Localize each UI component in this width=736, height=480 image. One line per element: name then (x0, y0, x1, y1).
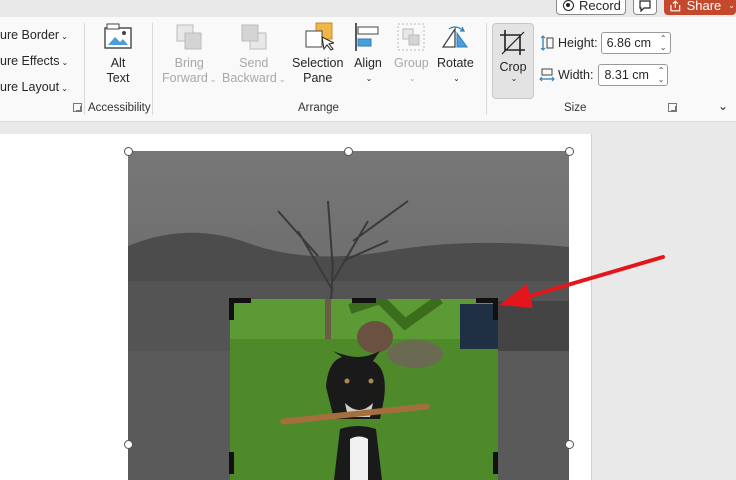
rotate-button[interactable]: Rotate ⌄ (437, 21, 474, 86)
record-icon (563, 0, 574, 11)
align-label: Align (354, 56, 382, 70)
resize-handle-top-left[interactable] (124, 147, 133, 156)
send-backward-button[interactable]: Send Backward ⌄ (222, 21, 286, 87)
group-divider (84, 23, 85, 115)
group-button[interactable]: Group ⌄ (394, 21, 429, 86)
chevron-down-icon: ⌄ (510, 74, 518, 83)
selection-pane-label-line2: Pane (303, 71, 333, 85)
size-launcher-icon[interactable] (668, 103, 677, 112)
selection-pane-button[interactable]: Selection Pane (292, 21, 343, 86)
chevron-down-icon: ⌄ (61, 32, 68, 41)
title-strip: Record Share ⌄ (0, 0, 736, 17)
crop-handle-top[interactable] (352, 298, 376, 303)
height-label: Height: (558, 36, 598, 50)
chevron-down-icon: ⌄ (61, 58, 69, 67)
width-icon (539, 68, 555, 82)
rotate-label: Rotate (437, 56, 474, 70)
comments-button[interactable] (633, 0, 657, 15)
align-icon (352, 21, 384, 53)
send-backward-label-line2: Backward (222, 71, 277, 85)
alt-text-button[interactable]: Alt Text (102, 21, 134, 86)
height-row: Height: 6.86 cm ⌃ ⌄ (539, 32, 671, 54)
chevron-down-icon: ⌄ (409, 74, 416, 83)
chevron-down-icon: ⌄ (453, 74, 460, 83)
chevron-down-icon: ⌄ (278, 75, 286, 84)
share-label: Share (686, 0, 722, 13)
picture-border-label: ure Border (0, 28, 60, 42)
bring-forward-label-line1: Bring (174, 56, 204, 70)
width-value: 8.31 cm (604, 68, 649, 82)
record-label: Record (579, 0, 621, 13)
bring-forward-label-line2: Forward (162, 71, 208, 85)
picture-effects-label: ure Effects (0, 54, 60, 68)
resize-handle-left[interactable] (124, 440, 133, 449)
size-group-label: Size (564, 102, 587, 114)
alt-text-label-line1: Alt (110, 56, 126, 70)
alt-text-icon (102, 21, 134, 53)
group-objects-icon (395, 21, 427, 53)
send-backward-icon (238, 21, 270, 53)
crop-button[interactable]: Crop ⌄ (492, 23, 534, 99)
width-label: Width: (558, 68, 594, 82)
alt-text-label-line2: Text (106, 71, 130, 85)
ribbon: ure Border ⌄ ure Effects ⌄ ure Layout ⌄ Alt… (0, 17, 736, 122)
selection-pane-label-line1: Selection (292, 56, 344, 70)
picture-crop-area[interactable] (230, 299, 498, 480)
crop-handle-top-left-vertical[interactable] (229, 298, 234, 320)
send-backward-label-line1: Send (239, 56, 269, 70)
comment-icon (639, 0, 651, 12)
width-row: Width: 8.31 cm ⌃ ⌄ (539, 64, 669, 86)
chevron-down-icon: ⌄ (365, 74, 373, 83)
spin-arrows-icon[interactable]: ⌃ ⌄ (658, 66, 665, 84)
chevron-down-icon: ⌄ (728, 1, 735, 10)
collapse-ribbon-icon[interactable]: ⌄ (718, 99, 728, 113)
picture-effects-button[interactable]: ure Effects ⌄ (0, 54, 68, 68)
annotation-arrow-icon (499, 255, 665, 308)
width-input[interactable]: 8.31 cm ⌃ ⌄ (598, 64, 669, 86)
resize-handle-top[interactable] (344, 147, 353, 156)
chevron-down-icon: ⌄ (61, 84, 68, 93)
crop-label: Crop (499, 60, 527, 74)
selection-pane-icon (302, 21, 336, 53)
picture-border-button[interactable]: ure Border ⌄ (0, 28, 68, 42)
group-label: Group (394, 56, 429, 70)
accessibility-group-label: Accessibility (88, 102, 151, 114)
record-button[interactable]: Record (556, 0, 626, 15)
height-icon (540, 35, 554, 51)
rotate-icon (439, 21, 471, 53)
chevron-down-icon: ⌄ (209, 75, 217, 84)
crop-icon (500, 30, 525, 55)
crop-handle-left[interactable] (229, 452, 234, 474)
share-icon (670, 0, 681, 11)
align-button[interactable]: Align ⌄ (352, 21, 384, 86)
resize-handle-top-right[interactable] (565, 147, 574, 156)
bring-forward-icon (173, 21, 205, 53)
spin-arrows-icon[interactable]: ⌃ ⌄ (660, 34, 667, 52)
group-divider (486, 23, 487, 115)
height-input[interactable]: 6.86 cm ⌃ ⌄ (600, 32, 671, 54)
height-value: 6.86 cm (606, 36, 652, 50)
picture-layout-label: ure Layout (0, 80, 60, 94)
arrange-group-label: Arrange (298, 102, 339, 114)
share-button[interactable]: Share ⌄ (664, 0, 736, 15)
group-divider (152, 23, 153, 115)
bring-forward-button[interactable]: Bring Forward ⌄ (162, 21, 217, 87)
picture-styles-launcher-icon[interactable] (73, 103, 82, 112)
crop-handle-right[interactable] (493, 452, 498, 474)
resize-handle-right[interactable] (565, 440, 574, 449)
picture-layout-button[interactable]: ure Layout ⌄ (0, 80, 68, 94)
